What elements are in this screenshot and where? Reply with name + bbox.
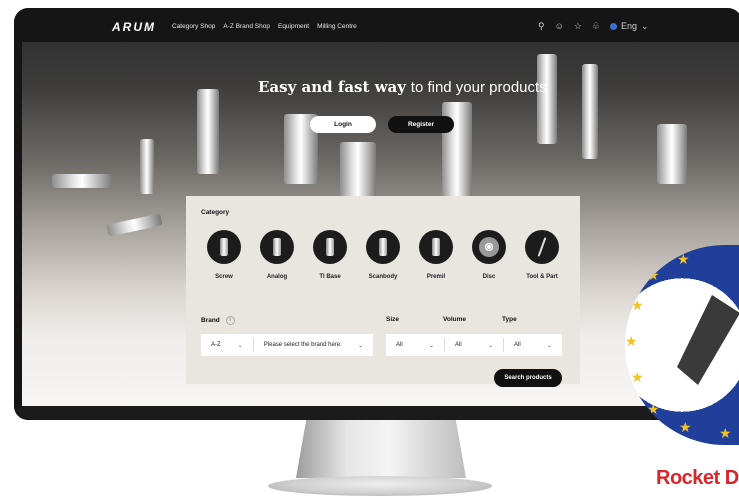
user-icon[interactable]: ☺ bbox=[555, 21, 564, 31]
login-button[interactable]: Login bbox=[310, 116, 376, 133]
volume-select[interactable]: All ⌄ bbox=[445, 334, 503, 356]
scanbody-icon bbox=[366, 230, 400, 264]
brand-az-select[interactable]: A-Z ⌄ bbox=[201, 334, 253, 356]
info-icon[interactable]: i bbox=[225, 316, 235, 325]
ti-base-icon bbox=[313, 230, 347, 264]
product-image-abutment-1 bbox=[197, 89, 219, 174]
category-premil[interactable]: Premil bbox=[416, 230, 456, 280]
size-label: Size bbox=[386, 316, 400, 323]
hero-title: Easy and fast way to find your products bbox=[258, 78, 547, 96]
nav-icons: ⚲ ☺ ☆ ♧ Eng ⌄ bbox=[538, 21, 649, 31]
product-image-left-screw-2 bbox=[106, 213, 163, 237]
chevron-down-icon: ⌄ bbox=[237, 342, 243, 349]
logo[interactable]: ARUM bbox=[112, 20, 156, 34]
brand-select[interactable]: Please select the brand here. ⌄ bbox=[254, 334, 373, 356]
chevron-down-icon: ⌄ bbox=[357, 342, 364, 349]
category-disc[interactable]: Disc bbox=[469, 230, 509, 280]
language-selector[interactable]: Eng ⌄ bbox=[609, 21, 649, 31]
analog-icon bbox=[260, 230, 294, 264]
search-products-button[interactable]: Search products bbox=[494, 369, 562, 387]
category-analog[interactable]: Analog bbox=[257, 230, 297, 280]
category-scanbody[interactable]: Scanbody bbox=[363, 230, 403, 280]
product-image-right-1 bbox=[537, 54, 557, 144]
category-label-tool-part: Tool & Part bbox=[526, 274, 558, 280]
star-icon: ★ bbox=[719, 425, 732, 441]
type-select[interactable]: All ⌄ bbox=[504, 334, 562, 356]
brand-label: Brand bbox=[201, 317, 220, 325]
hero-title-rest: to find your products bbox=[410, 79, 547, 96]
star-icon: ★ bbox=[677, 251, 690, 267]
brand-label-row: Brand i bbox=[201, 316, 235, 325]
star-icon[interactable]: ☆ bbox=[574, 21, 582, 31]
monitor-stand-neck bbox=[296, 420, 466, 478]
monitor-stand-base bbox=[268, 476, 492, 496]
brand-az-value: A-Z bbox=[211, 342, 221, 348]
category-label-premil: Premil bbox=[426, 274, 446, 280]
chevron-down-icon: ⌄ bbox=[640, 21, 649, 31]
brand-select-placeholder: Please select the brand here. bbox=[263, 342, 342, 348]
disc-icon bbox=[472, 230, 506, 264]
language-label: Eng bbox=[620, 21, 637, 31]
product-image-right-2 bbox=[582, 64, 598, 159]
brand-select-group: A-Z ⌄ Please select the brand here. ⌄ bbox=[201, 334, 373, 356]
star-icon: ★ bbox=[679, 419, 692, 435]
product-image-right-3 bbox=[657, 124, 687, 184]
type-label: Type bbox=[502, 316, 517, 323]
badge-title: Rocket D bbox=[656, 467, 739, 489]
star-icon: ★ bbox=[631, 297, 644, 313]
product-image-abutment-4 bbox=[340, 142, 376, 202]
main-menu: Category Shop A-Z Brand Shop Equipment M… bbox=[172, 23, 357, 30]
star-icon: ★ bbox=[647, 267, 660, 283]
category-ti-base[interactable]: TI Base bbox=[310, 230, 350, 280]
category-label: Category bbox=[201, 209, 230, 216]
tool-icon bbox=[525, 230, 559, 264]
category-label-analog: Analog bbox=[266, 274, 288, 280]
volume-value: All bbox=[455, 342, 462, 348]
rocket-icon bbox=[677, 295, 739, 385]
size-value: All bbox=[396, 342, 403, 348]
product-image-abutment-2 bbox=[140, 139, 154, 194]
category-label-disc: Disc bbox=[482, 274, 496, 280]
register-button[interactable]: Register bbox=[388, 116, 454, 133]
volume-label: Volume bbox=[443, 316, 466, 323]
search-icon[interactable]: ⚲ bbox=[538, 21, 545, 31]
hero-title-bold: Easy and fast way bbox=[258, 78, 406, 96]
star-icon: ★ bbox=[625, 333, 638, 349]
cart-icon[interactable]: ♧ bbox=[592, 21, 600, 31]
category-screw[interactable]: Screw bbox=[204, 230, 244, 280]
category-label-ti-base: TI Base bbox=[319, 274, 341, 280]
product-image-left-screw bbox=[52, 174, 112, 188]
top-nav: ARUM Category Shop A-Z Brand Shop Equipm… bbox=[22, 14, 739, 42]
category-label-scanbody: Scanbody bbox=[368, 274, 398, 280]
product-search-panel: Category Screw Analog TI Base Scanbody P… bbox=[186, 196, 580, 387]
premil-icon bbox=[419, 230, 453, 264]
star-icon: ★ bbox=[631, 369, 644, 385]
menu-item-equipment[interactable]: Equipment bbox=[278, 23, 309, 30]
menu-item-az-brand-shop[interactable]: A-Z Brand Shop bbox=[223, 23, 270, 30]
category-list: Screw Analog TI Base Scanbody Premil Dis… bbox=[204, 230, 562, 280]
chevron-down-icon: ⌄ bbox=[428, 342, 434, 349]
menu-item-milling-centre[interactable]: Milling Centre bbox=[317, 23, 357, 30]
screw-icon bbox=[207, 230, 241, 264]
star-icon: ★ bbox=[647, 401, 660, 417]
category-tool-part[interactable]: Tool & Part bbox=[522, 230, 562, 280]
type-value: All bbox=[514, 342, 521, 348]
menu-item-category-shop[interactable]: Category Shop bbox=[172, 23, 215, 30]
monitor-chin bbox=[14, 406, 739, 420]
size-select[interactable]: All ⌄ bbox=[386, 334, 444, 356]
globe-icon bbox=[609, 22, 617, 30]
chevron-down-icon: ⌄ bbox=[546, 342, 552, 349]
filter-select-group: All ⌄ All ⌄ All ⌄ bbox=[386, 334, 562, 356]
chevron-down-icon: ⌄ bbox=[487, 342, 493, 349]
category-label-screw: Screw bbox=[215, 274, 233, 280]
